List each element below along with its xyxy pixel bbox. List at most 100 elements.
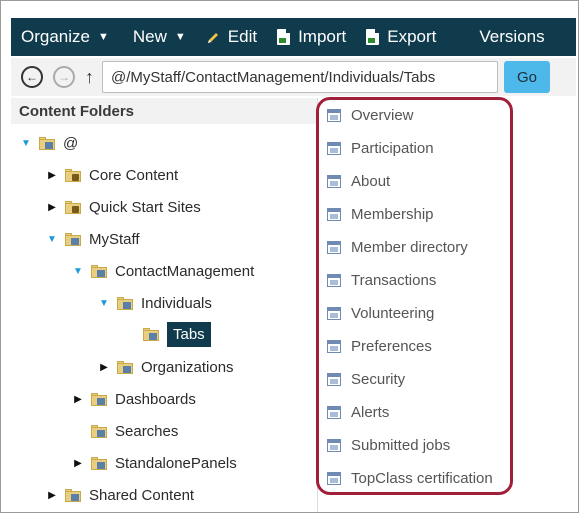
expand-down-icon[interactable]: ▼ <box>71 266 85 277</box>
tab-page-icon <box>327 471 341 485</box>
list-item[interactable]: Participation <box>327 135 434 161</box>
tab-page-icon <box>327 405 341 419</box>
folder-icon <box>91 424 107 438</box>
new-menu[interactable]: New ▼ <box>123 18 196 56</box>
tab-page-icon <box>327 372 341 386</box>
versions-button[interactable]: Versions <box>446 18 554 56</box>
folder-icon <box>117 296 133 310</box>
list-item[interactable]: Security <box>327 366 405 392</box>
tree-item-quick-start-sites[interactable]: ▶ Quick Start Sites <box>45 194 201 220</box>
folder-contents-panel: Overview Participation About Membership … <box>319 98 576 512</box>
tree-item-label: Quick Start Sites <box>89 198 201 216</box>
tab-page-icon <box>327 108 341 122</box>
list-item-label: TopClass certification <box>351 469 493 487</box>
tree-item-label: Core Content <box>89 166 179 184</box>
new-label: New <box>132 27 167 46</box>
expand-down-icon[interactable]: ▼ <box>19 138 33 149</box>
tab-page-icon <box>327 207 341 221</box>
locked-folder-icon <box>65 200 81 214</box>
tab-page-icon <box>327 438 341 452</box>
tree-item-label: Shared Content <box>89 486 195 504</box>
back-icon[interactable]: ← <box>21 66 43 88</box>
folder-icon <box>91 456 107 470</box>
list-item-label: Overview <box>351 106 414 124</box>
tree-item-label: StandalonePanels <box>115 454 237 472</box>
folder-icon <box>91 264 107 278</box>
address-bar: ← → ↑ Go <box>11 58 576 96</box>
import-button[interactable]: Import <box>267 18 356 56</box>
tree-item-searches[interactable]: Searches <box>71 418 178 444</box>
tab-page-icon <box>327 306 341 320</box>
forward-icon[interactable]: → <box>53 66 75 88</box>
tree-item-organizations[interactable]: ▶ Organizations <box>97 354 234 380</box>
edit-label: Edit <box>227 27 258 46</box>
chevron-down-icon: ▼ <box>97 31 109 43</box>
list-item[interactable]: Preferences <box>327 333 432 359</box>
tree-item-label: ContactManagement <box>115 262 255 280</box>
list-item[interactable]: Transactions <box>327 267 436 293</box>
versions-label: Versions <box>479 27 545 46</box>
export-label: Export <box>387 27 437 46</box>
tree-item-tabs[interactable]: Tabs <box>123 318 211 350</box>
app-window: Organize ▼ New ▼ Edit Import Export Vers… <box>0 0 579 513</box>
list-item[interactable]: Membership <box>327 201 434 227</box>
tree-item-label: Individuals <box>141 294 212 312</box>
list-item-label: Volunteering <box>351 304 435 322</box>
list-item[interactable]: Overview <box>327 102 414 128</box>
list-item-label: Security <box>351 370 406 388</box>
tree-item-core-content[interactable]: ▶ Core Content <box>45 162 178 188</box>
tree-item-mystaff[interactable]: ▼ MyStaff <box>45 226 140 252</box>
chevron-down-icon: ▼ <box>174 31 186 43</box>
expand-right-icon[interactable]: ▶ <box>45 170 59 181</box>
folder-icon <box>39 136 55 150</box>
expand-right-icon[interactable]: ▶ <box>71 394 85 405</box>
organize-label: Organize <box>21 27 90 46</box>
tree-item-label: @ <box>63 134 79 152</box>
go-button[interactable]: Go <box>504 61 550 93</box>
tab-page-icon <box>327 174 341 188</box>
panel-title: Content Folders <box>11 98 317 124</box>
organize-menu[interactable]: Organize ▼ <box>11 18 119 56</box>
edit-button[interactable]: Edit <box>196 18 267 56</box>
list-item[interactable]: Submitted jobs <box>327 432 450 458</box>
export-button[interactable]: Export <box>356 18 446 56</box>
folder-icon <box>91 392 107 406</box>
path-input[interactable] <box>102 61 498 93</box>
list-item-label: Participation <box>351 139 434 157</box>
list-item-label: Member directory <box>351 238 468 256</box>
expand-right-icon[interactable]: ▶ <box>97 362 111 373</box>
list-item[interactable]: Alerts <box>327 399 389 425</box>
tree-item-label: Organizations <box>141 358 234 376</box>
tree-item-contactmanagement[interactable]: ▼ ContactManagement <box>71 258 254 284</box>
tree-item-standalonepanels[interactable]: ▶ StandalonePanels <box>71 450 237 476</box>
locked-folder-icon <box>65 168 81 182</box>
list-item[interactable]: Volunteering <box>327 300 434 326</box>
tree-item-dashboards[interactable]: ▶ Dashboards <box>71 386 196 412</box>
list-item-label: Membership <box>351 205 434 223</box>
tree-item-shared-content[interactable]: ▶ Shared Content <box>45 482 194 508</box>
list-item-label: Alerts <box>351 403 390 421</box>
tree-item-individuals[interactable]: ▼ Individuals <box>97 290 212 316</box>
tree-item-label: MyStaff <box>89 230 140 248</box>
expand-down-icon[interactable]: ▼ <box>97 298 111 309</box>
list-item[interactable]: Member directory <box>327 234 468 260</box>
tab-page-icon <box>327 240 341 254</box>
import-label: Import <box>298 27 347 46</box>
toolbar: Organize ▼ New ▼ Edit Import Export Vers… <box>11 18 576 56</box>
import-icon <box>277 29 291 45</box>
expand-right-icon[interactable]: ▶ <box>45 202 59 213</box>
versions-icon <box>456 30 471 45</box>
list-item[interactable]: About <box>327 168 390 194</box>
up-arrow-icon[interactable]: ↑ <box>85 67 94 88</box>
expand-right-icon[interactable]: ▶ <box>45 490 59 501</box>
list-item-label: Preferences <box>351 337 432 355</box>
tree-item-root[interactable]: ▼ @ <box>19 130 78 156</box>
folder-icon <box>65 232 81 246</box>
export-icon <box>366 29 380 45</box>
expand-down-icon[interactable]: ▼ <box>45 234 59 245</box>
folder-icon <box>143 327 159 341</box>
expand-right-icon[interactable]: ▶ <box>71 458 85 469</box>
list-item[interactable]: TopClass certification <box>327 465 493 491</box>
tree-item-label: Dashboards <box>115 390 196 408</box>
folder-icon <box>65 488 81 502</box>
